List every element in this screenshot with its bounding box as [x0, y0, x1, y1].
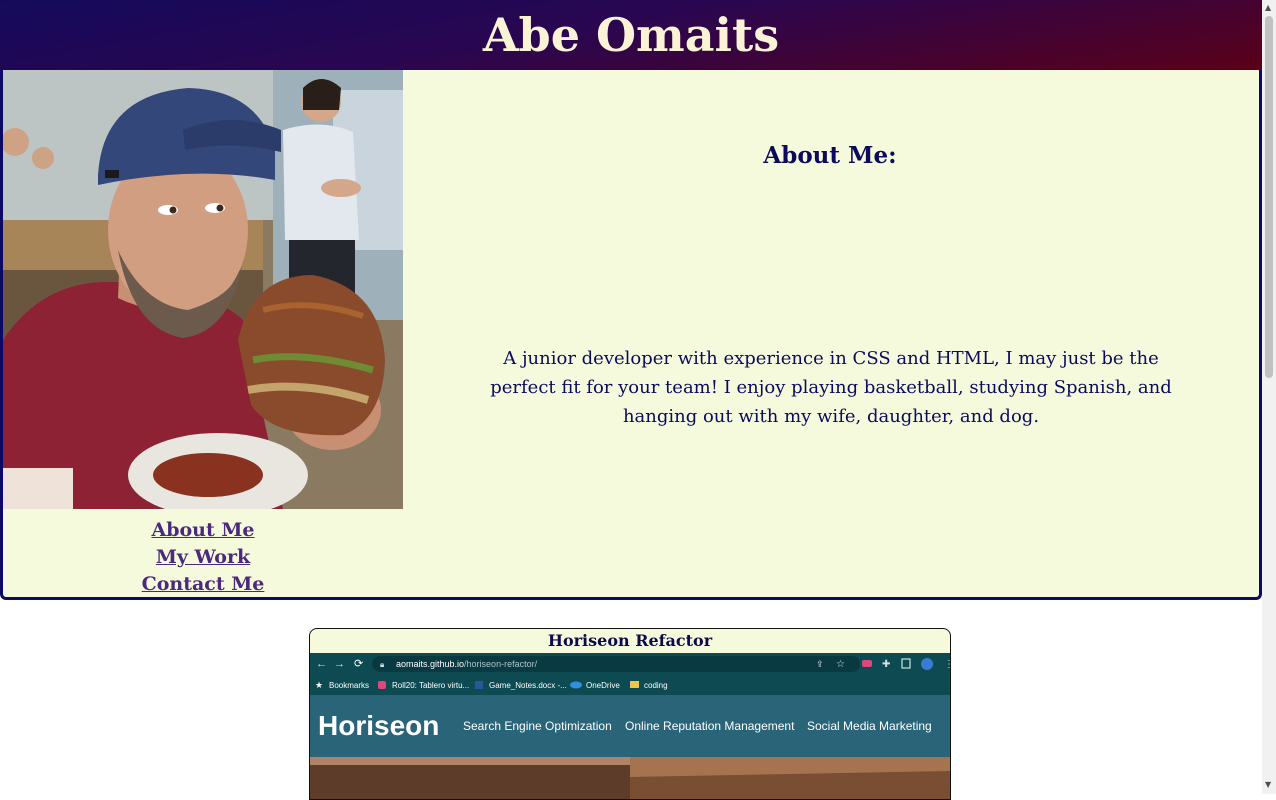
bookmark-item: coding	[644, 681, 668, 690]
site-title: Abe Omaits	[482, 8, 780, 62]
share-icon: ⇪	[816, 659, 824, 669]
cloud-icon	[570, 681, 582, 689]
bookmark-item: Bookmarks	[329, 681, 369, 690]
roll20-icon	[378, 681, 386, 689]
profile-photo	[3, 70, 403, 509]
site-nav-item: Social Media Marketing	[807, 719, 932, 733]
folder-icon	[630, 681, 639, 688]
project-card-horiseon[interactable]: Horiseon Refactor ← → ⟳ 🔒︎ aomaits.githu…	[309, 628, 951, 800]
scrollbar-thumb[interactable]	[1265, 16, 1273, 378]
word-icon	[475, 681, 483, 689]
project-title: Horiseon Refactor	[547, 631, 713, 650]
svg-text:aomaits.github.io/horiseon-ref: aomaits.github.io/horiseon-refactor/	[396, 659, 538, 669]
url-path: /horiseon-refactor/	[464, 659, 538, 669]
avatar-icon	[921, 658, 933, 670]
site-nav-item: Online Reputation Management	[625, 719, 795, 733]
project-screenshot: ← → ⟳ 🔒︎ aomaits.github.io/horiseon-refa…	[310, 653, 950, 799]
about-text: A junior developer with experience in CS…	[490, 348, 1172, 427]
bookmark-item: Roll20: Tablero virtu...	[392, 681, 469, 690]
nav-link-my-work[interactable]: My Work	[3, 544, 403, 571]
nav-link-about-me[interactable]: About Me	[3, 517, 403, 544]
puzzle-icon: ✚	[882, 659, 890, 670]
site-nav-item: Search Engine Optimization	[463, 719, 612, 733]
scroll-up-arrow-icon[interactable]: ▲	[1265, 3, 1271, 12]
kebab-menu-icon: ⋮	[944, 659, 950, 670]
page-header: Abe Omaits	[0, 0, 1262, 70]
horiseon-logo: Horiseon	[318, 710, 439, 741]
lock-icon: 🔒︎	[380, 660, 384, 669]
url-host: aomaits.github.io	[396, 659, 464, 669]
bookmark-star-icon: ★	[315, 680, 323, 690]
extension-icon	[862, 660, 872, 667]
star-icon: ☆	[836, 659, 845, 670]
about-section: About Me My Work Contact Me About Me: A …	[0, 70, 1262, 600]
back-arrow-icon: ←	[316, 658, 327, 670]
nav-link-contact-me[interactable]: Contact Me	[3, 571, 403, 598]
bookmark-item: Game_Notes.docx -...	[489, 681, 567, 690]
scroll-down-arrow-icon[interactable]: ▼	[1265, 780, 1271, 789]
reload-icon: ⟳	[354, 658, 363, 670]
bookmark-item: OneDrive	[586, 681, 620, 690]
main-nav: About Me My Work Contact Me	[3, 517, 403, 598]
about-heading: About Me:	[763, 142, 897, 169]
forward-arrow-icon: →	[334, 658, 345, 670]
